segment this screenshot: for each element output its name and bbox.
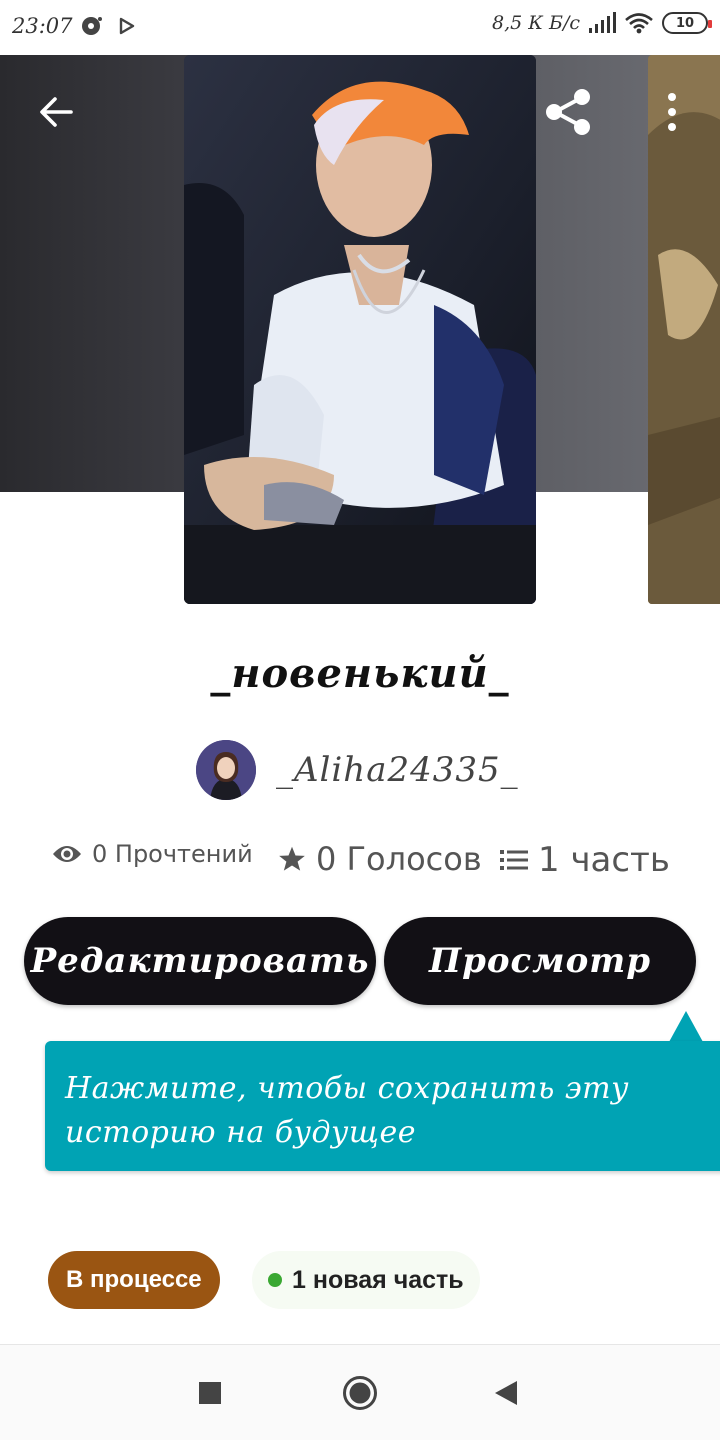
back-button[interactable] — [30, 86, 82, 138]
avatar — [196, 740, 256, 800]
star-icon — [279, 846, 305, 871]
nav-home-button[interactable] — [336, 1369, 384, 1417]
status-notification-icons — [80, 14, 136, 38]
circle-icon — [343, 1376, 377, 1410]
wifi-icon — [625, 13, 653, 34]
nav-recent-button[interactable] — [186, 1369, 234, 1417]
eye-icon — [53, 846, 81, 862]
save-tooltip[interactable]: Нажмите, чтобы сохранить эту историю на … — [45, 1041, 720, 1171]
reads-stat: 0 Прочтений — [52, 840, 253, 868]
triangle-back-icon — [495, 1381, 517, 1405]
signal-icon — [589, 12, 616, 33]
votes-count: 0 Голосов — [316, 840, 482, 878]
nav-back-button[interactable] — [482, 1369, 530, 1417]
tooltip-text: Нажмите, чтобы сохранить эту историю на … — [65, 1071, 629, 1150]
story-stats: 0 Прочтений 0 Голосов 1 часть — [52, 836, 692, 886]
view-button[interactable]: Просмотр — [384, 917, 696, 1005]
share-icon — [546, 89, 590, 135]
status-badge: В процессе — [48, 1251, 220, 1309]
square-icon — [199, 1382, 221, 1404]
story-cover-image — [184, 55, 536, 604]
play-store-icon — [119, 17, 135, 35]
parts-count: 1 часть — [538, 840, 670, 880]
edit-button[interactable]: Редактировать — [24, 917, 376, 1005]
status-time: 23:07 — [12, 14, 73, 38]
parts-stat: 1 часть — [500, 840, 670, 880]
new-parts-badge: 1 новая часть — [252, 1251, 480, 1309]
author-name[interactable]: _Aliha24335_ — [276, 750, 519, 790]
arrow-left-icon — [40, 97, 73, 127]
system-nav-bar — [0, 1344, 720, 1440]
reads-count: 0 Прочтений — [92, 840, 253, 868]
more-options-button[interactable] — [654, 86, 690, 138]
share-button[interactable] — [540, 84, 596, 140]
more-vertical-icon — [668, 93, 676, 131]
status-right: 8,5 К Б/с 10 — [491, 12, 712, 34]
new-parts-label: 1 новая часть — [292, 1265, 464, 1294]
votes-stat: 0 Голосов — [278, 840, 482, 878]
author-row[interactable]: _Aliha24335_ — [196, 740, 519, 800]
battery-level: 10 — [675, 15, 695, 31]
status-bar: 23:07 8,5 К Б/с 10 — [0, 0, 720, 55]
net-speed: 8,5 К Б/с — [491, 12, 580, 34]
tooltip-arrow — [669, 1011, 703, 1042]
story-title: _новенький_ — [210, 650, 510, 697]
notification-app-icon — [82, 17, 102, 35]
list-icon — [500, 850, 528, 870]
battery-icon: 10 — [662, 12, 712, 34]
new-dot-icon — [268, 1273, 282, 1287]
